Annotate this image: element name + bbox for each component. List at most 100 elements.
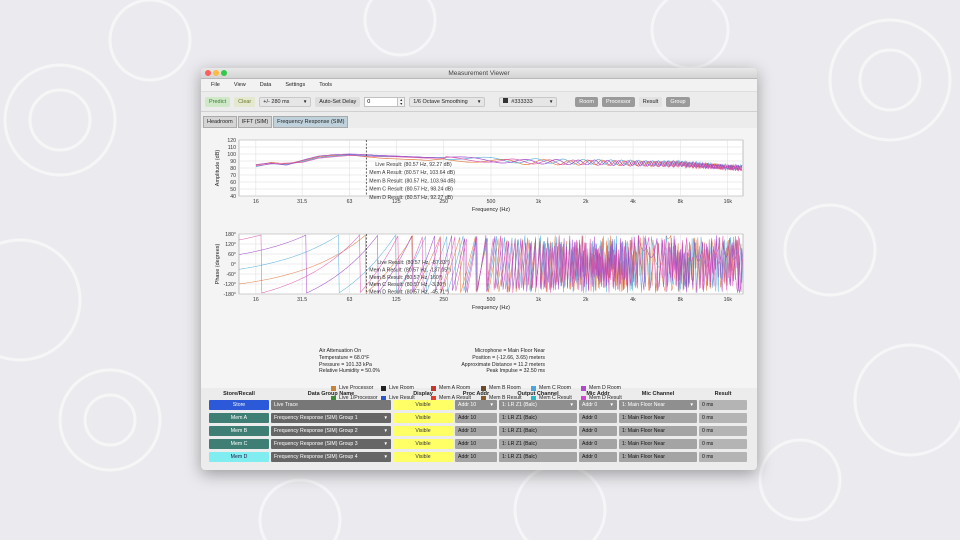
menu-tools[interactable]: Tools	[319, 82, 332, 88]
microphone-name: Microphone = Main Floor Near	[474, 348, 545, 354]
table-cell-proc[interactable]: Addr 10	[455, 413, 497, 423]
amplitude-chart-xtick-label: 2k	[583, 199, 589, 205]
table-cell-proc[interactable]: Addr 10	[455, 426, 497, 436]
smoothing-value: 1/6 Octave Smoothing	[413, 98, 468, 105]
amplitude-chart-ytick-label: 70	[230, 173, 236, 179]
result-view-button[interactable]: Result	[638, 96, 663, 107]
phase-cursor-label: Mem B Result: (80.57 Hz, 160°)	[369, 275, 443, 281]
cell-text: 0 ms	[702, 428, 714, 434]
table-cell-mic-channel[interactable]: 1: Main Floor Near	[619, 452, 697, 462]
proc-addr-header: Proc Addr	[462, 391, 490, 397]
menu-view[interactable]: View	[234, 82, 246, 88]
table-cell-output[interactable]: 1: LR Z1 (Balc)	[499, 452, 577, 462]
tab-frequency-response-sim[interactable]: Frequency Response (SIM)	[273, 116, 349, 128]
phase-chart-xtick-label: 31.5	[297, 297, 307, 303]
amplitude-chart-xtick-label: 16k	[724, 199, 733, 205]
table-cell-display[interactable]: Visible	[393, 452, 453, 462]
table-cell-output[interactable]: 1: LR Z1 (Balc) ▼	[499, 400, 577, 410]
cell-text: Addr 10	[458, 428, 477, 434]
legend-swatch	[331, 385, 336, 391]
room-view-button[interactable]: Room	[575, 96, 598, 107]
tab-headroom[interactable]: Headroom	[203, 116, 237, 128]
chevron-down-icon: ▼	[689, 402, 694, 407]
table-cell-name[interactable]: Frequency Response (SIM) Group 3 ▼	[271, 439, 391, 449]
phase-chart-xtick-label: 500	[487, 297, 496, 303]
table-cell-output[interactable]: 1: LR Z1 (Balc)	[499, 439, 577, 449]
cell-text: Mem D	[230, 454, 248, 460]
cell-text: Addr 10	[458, 454, 477, 460]
table-cell-mic-addr[interactable]: Addr 0	[579, 426, 617, 436]
table-cell-output[interactable]: 1: LR Z1 (Balc)	[499, 426, 577, 436]
table-cell-mic-channel[interactable]: 1: Main Floor Near	[619, 413, 697, 423]
cell-text: Frequency Response (SIM) Group 3	[274, 441, 358, 447]
color-dropdown[interactable]: #333333 ▼	[499, 96, 558, 107]
menu-bar: File View Data Settings Tools	[201, 79, 757, 92]
table-cell-proc[interactable]: Addr 10	[455, 452, 497, 462]
table-cell-name[interactable]: Live Trace	[271, 400, 391, 410]
amplitude-chart-ytick-label: 80	[230, 166, 236, 172]
tab-ifft-sim[interactable]: IFFT (SIM)	[237, 116, 273, 128]
amplitude-chart-xtick-label: 63	[347, 199, 353, 205]
output-channel-header: Output Channel	[517, 391, 559, 397]
menu-file[interactable]: File	[211, 82, 220, 88]
table-cell-store[interactable]: Store	[209, 400, 269, 410]
table-cell-store[interactable]: Mem C	[209, 439, 269, 449]
group-view-button[interactable]: Group	[666, 96, 690, 107]
amplitude-chart-xtick-label: 8k	[678, 199, 684, 205]
table-cell-store[interactable]: Mem B	[209, 426, 269, 436]
amplitude-chart-xtick-label: 500	[487, 199, 496, 205]
mic-info: Microphone = Main Floor Near Position = …	[425, 348, 545, 375]
menu-data[interactable]: Data	[260, 82, 272, 88]
table-cell-display[interactable]: Visible	[393, 426, 453, 436]
table-cell-display[interactable]: Visible	[393, 413, 453, 423]
delay-range-dropdown[interactable]: +/- 280 ms ▼	[259, 96, 312, 107]
processor-view-button[interactable]: Processor	[601, 96, 635, 107]
cell-text: Visible	[415, 441, 431, 447]
table-cell-mic-channel[interactable]: 1: Main Floor Near ▼	[619, 400, 697, 410]
cell-text: 1: Main Floor Near	[622, 441, 665, 447]
chevron-down-icon: ▼	[383, 415, 388, 420]
table-cell-display[interactable]: Visible	[393, 400, 453, 410]
cell-text: 0 ms	[702, 441, 714, 447]
auto-set-delay-button[interactable]: Auto-Set Delay	[315, 96, 361, 107]
predict-button[interactable]: Predict	[205, 96, 231, 107]
table-cell-result: 0 ms	[699, 400, 747, 410]
table-cell-output[interactable]: 1: LR Z1 (Balc)	[499, 413, 577, 423]
table-cell-proc[interactable]: Addr 10	[455, 439, 497, 449]
table-cell-mic-channel[interactable]: 1: Main Floor Near	[619, 439, 697, 449]
table-cell-name[interactable]: Frequency Response (SIM) Group 2 ▼	[271, 426, 391, 436]
table-cell-display[interactable]: Visible	[393, 439, 453, 449]
smoothing-dropdown[interactable]: 1/6 Octave Smoothing ▼	[409, 96, 486, 107]
delay-range-value: +/- 280 ms	[263, 98, 290, 105]
color-swatch	[503, 97, 509, 103]
amplitude-chart-xlabel: Frequency (Hz)	[472, 207, 510, 213]
menu-settings[interactable]: Settings	[285, 82, 305, 88]
amplitude-chart-ytick-label: 90	[230, 159, 236, 165]
table-cell-store[interactable]: Mem A	[209, 413, 269, 423]
clear-button[interactable]: Clear	[234, 96, 256, 107]
table-cell-mic-addr[interactable]: Addr 0	[579, 439, 617, 449]
chevron-down-icon: ▼	[609, 402, 614, 407]
legend-swatch	[581, 385, 586, 391]
table-cell-proc[interactable]: Addr 10 ▼	[455, 400, 497, 410]
phase-cursor-label: Live Result: (80.57 Hz, -87.83°)	[377, 260, 450, 266]
table-cell-store[interactable]: Mem D	[209, 452, 269, 462]
mic-distance: Approximate Distance = 11.2 meters	[461, 361, 545, 368]
table-cell-mic-addr[interactable]: Addr 0 ▼	[579, 400, 617, 410]
amplitude-chart-xtick-label: 16	[253, 199, 259, 205]
table-cell-mic-addr[interactable]: Addr 0	[579, 452, 617, 462]
cell-text: Addr 10	[458, 441, 477, 447]
cell-text: 1: Main Floor Near	[622, 402, 665, 408]
delay-value-input[interactable]	[364, 96, 399, 107]
table-cell-mic-addr[interactable]: Addr 0	[579, 413, 617, 423]
delay-stepper[interactable]: ▲ ▼	[398, 96, 406, 107]
display-header: Display	[413, 391, 433, 397]
cell-text: Live Trace	[274, 402, 298, 408]
table-cell-name[interactable]: Frequency Response (SIM) Group 1 ▼	[271, 413, 391, 423]
cell-text: 1: Main Floor Near	[622, 454, 665, 460]
table-cell-name[interactable]: Frequency Response (SIM) Group 4 ▼	[271, 452, 391, 462]
amplitude-chart-ytick-label: 50	[230, 187, 236, 193]
cell-text: Mem B	[230, 428, 248, 434]
cell-text: Addr 10	[458, 415, 477, 421]
table-cell-mic-channel[interactable]: 1: Main Floor Near	[619, 426, 697, 436]
